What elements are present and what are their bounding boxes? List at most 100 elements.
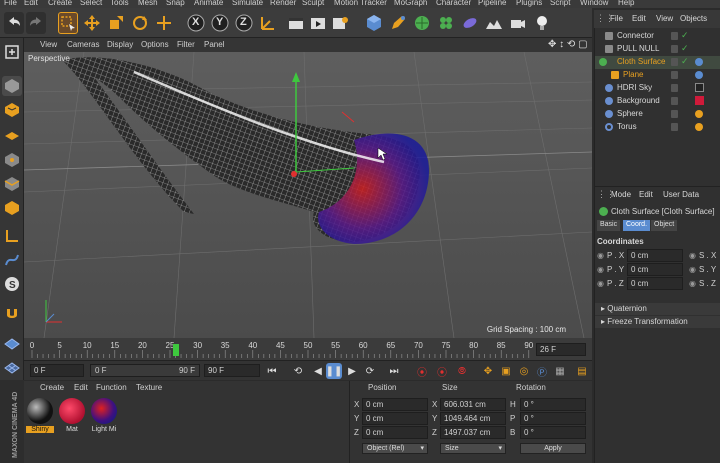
autokeying-icon[interactable]: ⦿: [434, 363, 450, 379]
timeline-playhead[interactable]: [172, 344, 179, 356]
phong-tag-icon[interactable]: [695, 58, 703, 66]
viewport-menu-display[interactable]: Display: [107, 40, 133, 49]
size-y-field[interactable]: 1049.464 cm: [440, 412, 506, 425]
tag-icon[interactable]: [695, 110, 703, 118]
subdivision-surface-icon[interactable]: [412, 12, 432, 34]
keyframe-dot-icon[interactable]: ◉: [597, 265, 604, 274]
camera-icon[interactable]: [508, 12, 528, 34]
attr-menu-user-data[interactable]: User Data: [663, 190, 699, 199]
layer-flag-icon[interactable]: [671, 110, 678, 118]
render-view-icon[interactable]: [286, 12, 306, 34]
menu-sculpt[interactable]: Sculpt: [302, 0, 324, 7]
material-menu-create[interactable]: Create: [40, 383, 64, 392]
points-mode-icon[interactable]: [2, 150, 22, 170]
menu-help[interactable]: Help: [618, 0, 634, 7]
model-mode-icon[interactable]: [2, 76, 22, 96]
material-menu-texture[interactable]: Texture: [136, 383, 162, 392]
menu-file[interactable]: File: [4, 0, 17, 7]
z-axis-icon[interactable]: Z: [234, 12, 254, 34]
y-axis-icon[interactable]: Y: [210, 12, 230, 34]
polygons-mode-icon[interactable]: [2, 198, 22, 218]
menu-window[interactable]: Window: [580, 0, 608, 7]
current-frame-field[interactable]: 26 F: [536, 343, 586, 356]
previous-frame-icon[interactable]: ◀: [310, 363, 326, 379]
make-editable-icon[interactable]: [2, 42, 22, 62]
p-x-field[interactable]: 0 cm: [627, 249, 683, 262]
material-swatch-light-mix[interactable]: Light Mi: [90, 398, 118, 435]
frame-range-slider[interactable]: 0 F 90 F: [90, 364, 200, 377]
enable-axis-icon[interactable]: [2, 226, 22, 246]
material-menu-edit[interactable]: Edit: [74, 383, 88, 392]
freeze-transformation-section[interactable]: ▸ Freeze Transformation: [595, 316, 720, 328]
object-row-cloth-surface[interactable]: Cloth Surface ✓: [595, 56, 720, 69]
quaternion-section[interactable]: ▸ Quaternion: [595, 303, 720, 315]
object-row-torus[interactable]: Torus: [595, 121, 720, 134]
record-active-objects-icon[interactable]: ⦿: [414, 363, 430, 379]
cloth-tag-icon[interactable]: [695, 71, 703, 79]
checkmark-icon[interactable]: ✓: [681, 56, 689, 67]
redo-icon[interactable]: [26, 12, 46, 34]
layer-flag-icon[interactable]: [671, 71, 678, 79]
attr-menu-mode[interactable]: Mode: [611, 190, 631, 199]
menu-animate[interactable]: Animate: [194, 0, 223, 7]
start-frame-field[interactable]: 0 F: [30, 364, 84, 377]
undo-icon[interactable]: [4, 12, 24, 34]
rotation-b-field[interactable]: 0 °: [520, 426, 586, 439]
end-frame-field[interactable]: 90 F: [204, 364, 260, 377]
keyframe-selection-icon[interactable]: ⦾: [454, 363, 470, 379]
menu-render[interactable]: Render: [270, 0, 296, 7]
light-icon[interactable]: [532, 12, 552, 34]
pen-icon[interactable]: [388, 12, 408, 34]
om-menu-edit[interactable]: Edit: [632, 14, 646, 23]
tweak-mode-icon[interactable]: [2, 250, 22, 270]
viewport-menu-panel[interactable]: Panel: [204, 40, 224, 49]
viewport-menu-cameras[interactable]: Cameras: [67, 40, 99, 49]
layer-flag-icon[interactable]: [671, 84, 678, 92]
texture-mode-icon[interactable]: [2, 100, 22, 120]
object-row-pull-null[interactable]: PULL NULL ✓: [595, 43, 720, 56]
viewport-menu-view[interactable]: View: [40, 40, 57, 49]
size-z-field[interactable]: 1497.037 cm: [440, 426, 506, 439]
menu-plugins[interactable]: Plugins: [516, 0, 542, 7]
keyframe-dot-icon[interactable]: ◉: [689, 251, 696, 260]
layer-flag-icon[interactable]: [671, 97, 678, 105]
layer-flag-icon[interactable]: [671, 32, 678, 40]
menu-mograph[interactable]: MoGraph: [394, 0, 427, 7]
checkmark-icon[interactable]: ✓: [681, 30, 689, 41]
cloner-icon[interactable]: [436, 12, 456, 34]
object-row-hdri-sky[interactable]: HDRI Sky: [595, 82, 720, 95]
workplane-icon[interactable]: [2, 332, 22, 352]
live-selection-icon[interactable]: [58, 12, 78, 34]
timeline-ruler[interactable]: 0 5 10 15 20 25 30 35 40 45 50 55 60 65 70 75 80 85 90 26 …: [24, 338, 592, 360]
go-to-start-icon[interactable]: ⏮: [264, 363, 280, 379]
object-row-background[interactable]: Background: [595, 95, 720, 108]
keyframe-dot-icon[interactable]: ◉: [597, 279, 604, 288]
checkmark-icon[interactable]: ✓: [681, 43, 689, 54]
om-menu-objects[interactable]: Objects: [680, 14, 707, 23]
om-menu-file[interactable]: File: [610, 14, 623, 23]
scale-icon[interactable]: [106, 12, 126, 34]
scale-key-icon[interactable]: ▣: [498, 363, 514, 379]
keyframe-dot-icon[interactable]: ◉: [597, 251, 604, 260]
menu-snap[interactable]: Snap: [166, 0, 185, 7]
material-swatch-mat[interactable]: Mat: [58, 398, 86, 435]
menu-edit[interactable]: Edit: [24, 0, 38, 7]
tab-basic[interactable]: Basic: [597, 220, 621, 231]
position-x-field[interactable]: 0 cm: [362, 398, 428, 411]
point-level-animation-icon[interactable]: ▦: [552, 363, 568, 379]
deformer-icon[interactable]: [460, 12, 480, 34]
rotate-icon[interactable]: [130, 12, 150, 34]
p-y-field[interactable]: 0 cm: [627, 263, 683, 276]
x-axis-icon[interactable]: X: [186, 12, 206, 34]
scene-icon[interactable]: [484, 12, 504, 34]
rotation-key-icon[interactable]: ◎: [516, 363, 532, 379]
go-to-end-icon[interactable]: ⏭: [386, 363, 402, 379]
layer-flag-icon[interactable]: [671, 58, 678, 66]
world-coordinates-icon[interactable]: [258, 12, 278, 34]
material-tag-icon[interactable]: [695, 96, 704, 105]
menu-create[interactable]: Create: [48, 0, 72, 7]
menu-simulate[interactable]: Simulate: [232, 0, 263, 7]
menu-character[interactable]: Character: [436, 0, 471, 7]
keyframe-dot-icon[interactable]: ◉: [689, 265, 696, 274]
move-icon[interactable]: [82, 12, 102, 34]
